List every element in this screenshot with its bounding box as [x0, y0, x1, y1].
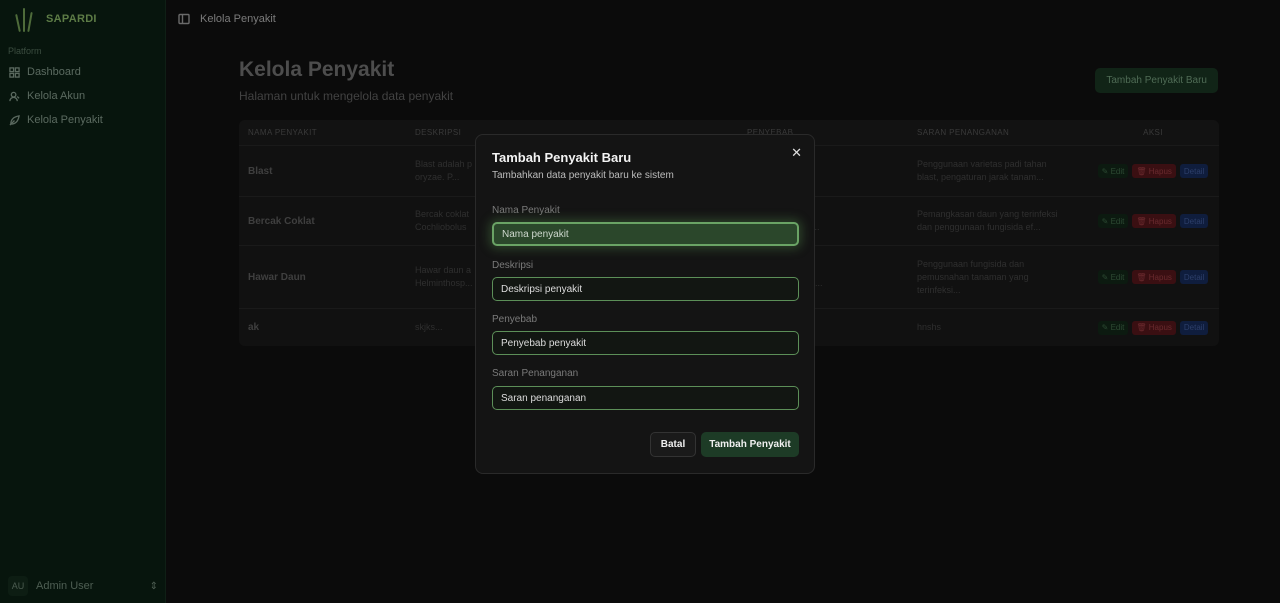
cause-input[interactable]: Penyebab penyakit — [492, 331, 799, 355]
field-label-penyebab: Penyebab — [492, 314, 538, 325]
advice-input[interactable]: Saran penanganan — [492, 386, 799, 410]
field-label-deskripsi: Deskripsi — [492, 260, 534, 271]
field-label-nama: Nama Penyakit — [492, 205, 560, 216]
submit-button[interactable]: Tambah Penyakit — [701, 432, 799, 457]
cancel-button[interactable]: Batal — [650, 432, 696, 457]
field-label-saran: Saran Penanganan — [492, 368, 579, 379]
close-icon[interactable]: ✕ — [791, 145, 802, 161]
description-input[interactable]: Deskripsi penyakit — [492, 277, 799, 301]
dialog-description: Tambahkan data penyakit baru ke sistem — [492, 170, 674, 181]
disease-name-input[interactable]: Nama penyakit — [492, 222, 799, 246]
dialog-title: Tambah Penyakit Baru — [492, 150, 632, 165]
add-disease-dialog: Tambah Penyakit Baru Tambahkan data peny… — [475, 134, 815, 474]
